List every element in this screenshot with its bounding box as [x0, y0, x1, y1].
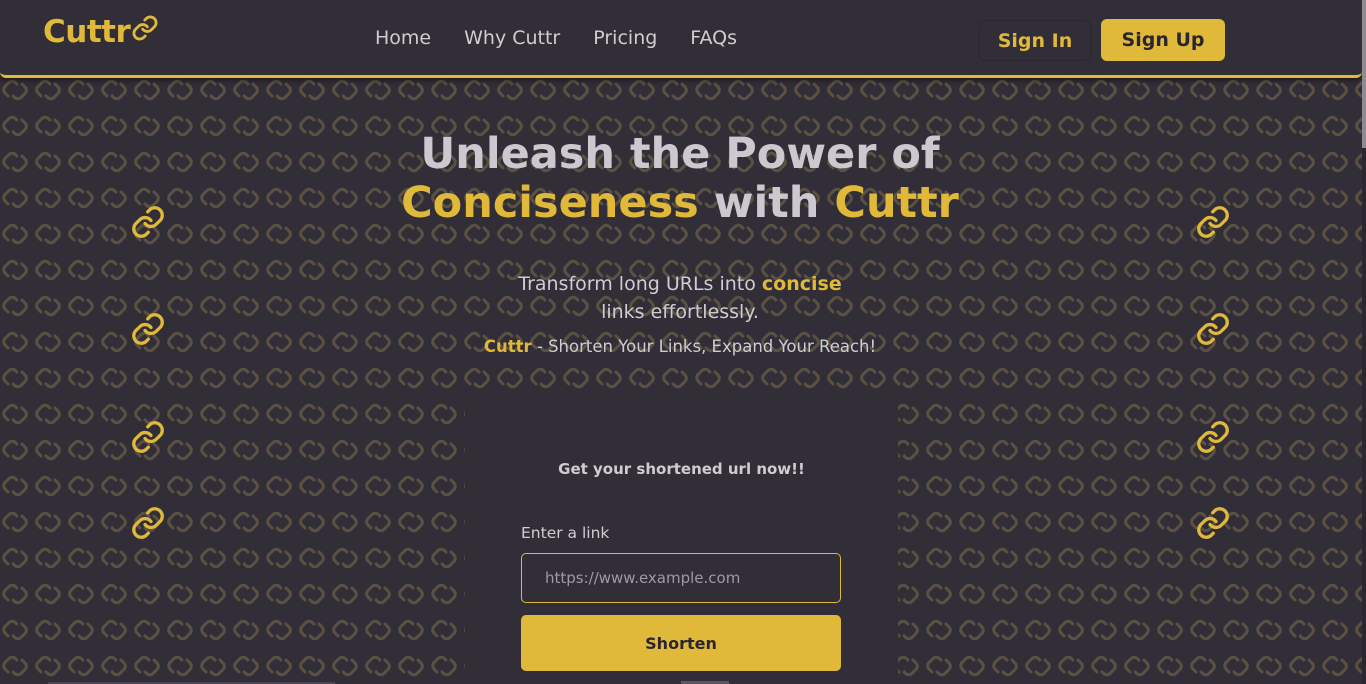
shorten-form-card: Get your shortened url now!! Enter a lin…: [465, 402, 898, 684]
tagline: Cuttr - Shorten Your Links, Expand Your …: [380, 337, 980, 356]
link-icon: [1197, 313, 1229, 345]
nav-link-home[interactable]: Home: [375, 27, 431, 49]
hero-title-line1: Unleash the Power of: [420, 129, 940, 179]
shorten-button[interactable]: Shorten: [521, 615, 841, 671]
logo[interactable]: Cuttr: [43, 14, 159, 50]
nav-links: Home Why Cuttr Pricing FAQs: [375, 27, 770, 49]
nav-link-pricing[interactable]: Pricing: [593, 27, 657, 49]
hero-subtitle: Transform long URLs into concise links e…: [430, 270, 930, 326]
nav-link-why-cuttr[interactable]: Why Cuttr: [464, 27, 560, 49]
tagline-brand: Cuttr: [483, 337, 532, 356]
form-title: Get your shortened url now!!: [558, 460, 805, 478]
top-navbar: Cuttr Home Why Cuttr Pricing FAQs Sign I…: [0, 0, 1362, 78]
hero-subtitle-highlight: concise: [761, 273, 842, 295]
link-icon: [1197, 421, 1229, 453]
link-icon: [132, 15, 158, 41]
hero-title: Unleash the Power of Conciseness with Cu…: [300, 130, 1060, 228]
link-icon: [1197, 206, 1229, 238]
url-input-label: Enter a link: [521, 524, 610, 542]
tagline-text: - Shorten Your Links, Expand Your Reach!: [531, 337, 877, 356]
hero-subtitle-text: Transform long URLs into: [518, 273, 756, 295]
logo-text: Cuttr: [43, 14, 131, 50]
link-icon: [132, 507, 164, 539]
link-icon: [132, 206, 164, 238]
nav-link-faqs[interactable]: FAQs: [690, 27, 737, 49]
url-input[interactable]: [521, 553, 841, 603]
hero-title-with: with: [713, 178, 820, 228]
link-icon: [1197, 507, 1229, 539]
scrollbar-thumb[interactable]: [1362, 0, 1366, 148]
hero-subtitle-line2: links effortlessly.: [601, 301, 759, 323]
link-icon: [132, 313, 164, 345]
link-icon: [132, 421, 164, 453]
hero-title-line2: Conciseness with Cuttr: [300, 179, 1060, 228]
sign-in-button[interactable]: Sign In: [979, 20, 1091, 61]
hero-title-cuttr: Cuttr: [834, 178, 959, 228]
hero-title-conciseness: Conciseness: [401, 178, 699, 228]
sign-up-button[interactable]: Sign Up: [1101, 19, 1225, 61]
